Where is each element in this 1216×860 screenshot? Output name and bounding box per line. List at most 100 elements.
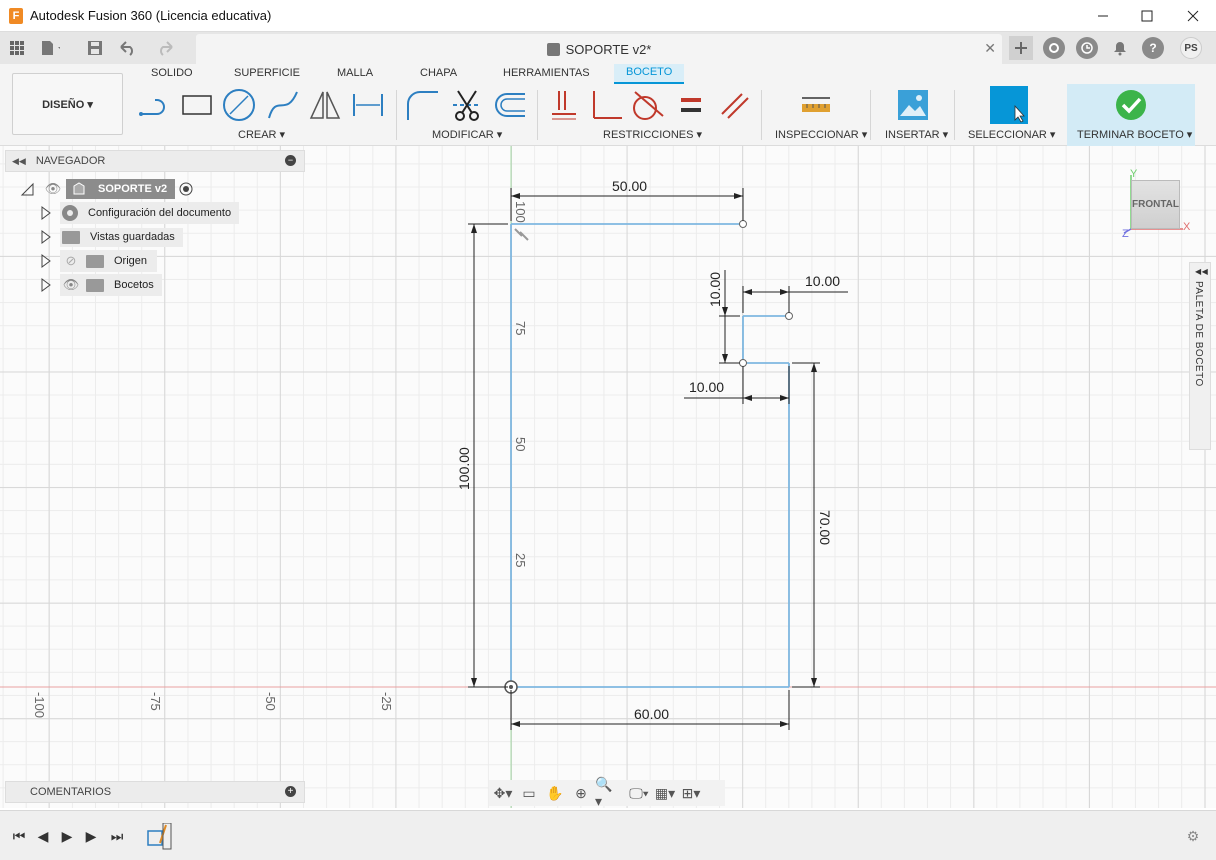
workspace-switcher[interactable]: DISEÑO ▾ [12, 73, 123, 135]
tab-boceto[interactable]: BOCETO [614, 64, 685, 84]
browser-options-icon[interactable]: − [285, 155, 296, 166]
select-tool-icon[interactable] [990, 86, 1028, 124]
mirror-tool-icon[interactable] [308, 88, 342, 122]
zoom-icon[interactable]: ⊕ [569, 783, 593, 803]
collapse-arrow-icon[interactable] [20, 182, 34, 196]
tab-chapa[interactable]: CHAPA [420, 67, 457, 79]
parallel-constraint-icon[interactable] [718, 88, 752, 122]
equal-constraint-icon[interactable] [674, 88, 708, 122]
close-tab-icon[interactable]: ✕ [984, 40, 996, 57]
rectangle-tool-icon[interactable] [180, 88, 214, 122]
timeline-settings-icon[interactable]: ⚙ [1184, 827, 1202, 845]
browser-panel-header[interactable]: ◀◀ NAVEGADOR − [5, 150, 305, 172]
display-settings-icon[interactable]: 🖵▾ [627, 783, 651, 803]
tab-malla[interactable]: MALLA [337, 67, 373, 79]
browser-item-document-settings[interactable]: Configuración del documento [40, 202, 240, 224]
tangent-constraint-icon[interactable] [631, 88, 665, 122]
expand-arrow-icon[interactable] [40, 230, 52, 244]
extensions-icon[interactable] [1043, 37, 1065, 59]
redo-icon[interactable] [158, 38, 178, 58]
grid-settings-icon[interactable]: ▦▾ [653, 783, 677, 803]
apps-grid-icon[interactable] [7, 38, 27, 58]
group-restricciones[interactable]: RESTRICCIONES ▾ [603, 128, 702, 141]
expand-arrow-icon[interactable] [40, 206, 52, 220]
step-forward-icon[interactable]: ▶ [82, 827, 100, 845]
save-icon[interactable] [85, 38, 105, 58]
sketch-dimension-icon[interactable] [351, 88, 385, 122]
viewcube-front-face[interactable]: FRONTAL [1131, 180, 1180, 229]
user-avatar[interactable]: PS [1180, 37, 1202, 59]
circle-tool-icon[interactable] [222, 88, 256, 122]
browser-item-origin[interactable]: ⊘ Origen [40, 250, 158, 272]
hidden-eye-icon[interactable]: ⊘ [62, 253, 80, 269]
minimize-icon[interactable] [1080, 0, 1126, 32]
new-tab-icon[interactable] [1009, 36, 1033, 60]
dimension-total-height: 100.00 [456, 447, 472, 490]
group-insertar[interactable]: INSERTAR ▾ [885, 128, 948, 141]
job-status-icon[interactable] [1076, 37, 1098, 59]
step-back-icon[interactable]: ◀ [34, 827, 52, 845]
file-menu-icon[interactable] [40, 38, 60, 58]
ribbon-divider [761, 90, 762, 140]
comments-panel-header[interactable]: COMENTARIOS + [5, 781, 305, 803]
close-icon[interactable] [1170, 0, 1216, 32]
sketch-palette-tab[interactable]: ◀◀ PALETA DE BOCETO [1189, 262, 1211, 450]
perpendicular-constraint-icon[interactable] [590, 88, 624, 122]
group-inspeccionar[interactable]: INSPECCIONAR ▾ [775, 128, 867, 141]
fusion-logo-icon: F [9, 7, 23, 24]
activate-component-icon[interactable] [179, 182, 193, 196]
zoom-window-icon[interactable]: 🔍▾ [595, 776, 619, 809]
settings-gear-icon [62, 205, 78, 221]
pan-hand-icon[interactable]: ✋ [543, 783, 567, 803]
folder-icon [62, 230, 80, 244]
visibility-eye-icon[interactable]: 👁 [62, 277, 80, 293]
go-to-start-icon[interactable]: ⏮ [10, 827, 28, 845]
dimension-right-height: 70.00 [817, 510, 833, 545]
expand-palette-icon[interactable]: ◀◀ [1195, 267, 1208, 276]
help-icon[interactable]: ? [1142, 37, 1164, 59]
visibility-eye-icon[interactable]: 👁 [44, 181, 62, 197]
horizontal-vertical-constraint-icon[interactable] [546, 88, 580, 122]
comments-title: COMENTARIOS [30, 786, 112, 798]
title-bar: F Autodesk Fusion 360 (Licencia educativ… [0, 0, 1216, 32]
dimension-top-width: 50.00 [612, 178, 647, 194]
sketch-points [739, 220, 793, 367]
orbit-icon[interactable]: ✥▾ [491, 783, 515, 803]
tab-superficie[interactable]: SUPERFICIE [234, 67, 300, 79]
insert-image-icon[interactable] [896, 88, 930, 122]
browser-item-sketches[interactable]: 👁 Bocetos [40, 274, 162, 296]
folder-icon [86, 254, 104, 268]
viewports-icon[interactable]: ⊞▾ [679, 783, 703, 803]
expand-arrow-icon[interactable] [40, 254, 52, 268]
document-tab[interactable]: SOPORTE v2* ✕ [196, 34, 1002, 64]
spline-tool-icon[interactable] [266, 88, 300, 122]
measure-icon[interactable] [799, 88, 833, 122]
fillet-tool-icon[interactable] [405, 88, 439, 122]
collapse-browser-icon[interactable]: ◀◀ [12, 156, 26, 167]
look-at-icon[interactable]: ▭ [517, 783, 541, 803]
undo-icon[interactable] [118, 38, 138, 58]
sketch-profile [510, 223, 790, 688]
group-modificar[interactable]: MODIFICAR ▾ [432, 128, 502, 141]
timeline-sketch-feature[interactable] [146, 822, 172, 851]
go-to-end-icon[interactable]: ⏭ [108, 827, 126, 845]
trim-tool-icon[interactable] [450, 88, 484, 122]
notifications-icon[interactable] [1110, 38, 1130, 58]
line-tool-icon[interactable] [137, 88, 171, 122]
play-icon[interactable]: ▶ [58, 827, 76, 845]
group-crear[interactable]: CREAR ▾ [238, 128, 285, 141]
group-seleccionar[interactable]: SELECCIONAR ▾ [968, 128, 1055, 141]
finish-sketch-button[interactable]: TERMINAR BOCETO ▾ [1067, 84, 1195, 146]
add-comment-icon[interactable]: + [285, 786, 296, 797]
dimension-lines [468, 188, 848, 730]
fusion-app-window: F Autodesk Fusion 360 (Licencia educativ… [0, 0, 1216, 860]
browser-root-row[interactable]: 👁 SOPORTE v2 [20, 179, 193, 199]
browser-root-label[interactable]: SOPORTE v2 [66, 179, 176, 199]
tab-herramientas[interactable]: HERRAMIENTAS [503, 67, 590, 79]
offset-tool-icon[interactable] [492, 88, 526, 122]
expand-arrow-icon[interactable] [40, 278, 52, 292]
browser-item-saved-views[interactable]: Vistas guardadas [40, 227, 183, 247]
toolbar-ribbon: DISEÑO ▾ SOLIDO SUPERFICIE MALLA CHAPA H… [0, 64, 1216, 146]
tab-solido[interactable]: SOLIDO [151, 67, 193, 79]
maximize-icon[interactable] [1124, 0, 1170, 32]
